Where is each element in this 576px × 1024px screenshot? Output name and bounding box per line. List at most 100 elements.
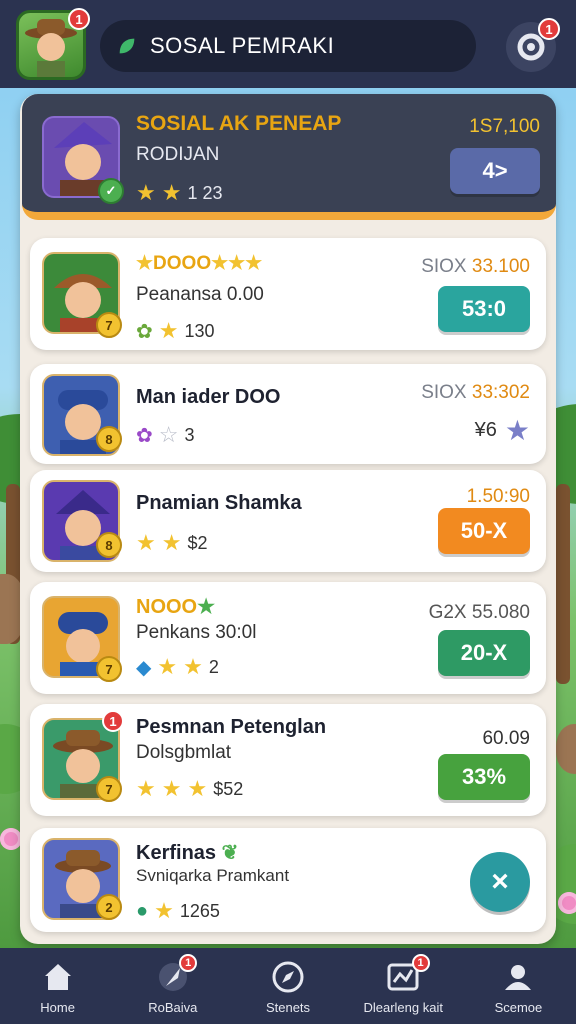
- close-button[interactable]: ×: [470, 852, 530, 912]
- player-stats: ★ ★ $2: [136, 530, 208, 556]
- level-badge: 7: [96, 312, 122, 338]
- flower-right: [558, 892, 576, 914]
- tree-trunk-right: [556, 484, 570, 684]
- nav-item-robaiva[interactable]: 1 RoBaiva: [115, 948, 230, 1024]
- nav-label-stenets: Stenets: [265, 1000, 311, 1015]
- player-name: NOOO★: [136, 594, 215, 619]
- home-icon: [44, 964, 71, 990]
- player-name: Man iader DOO: [136, 386, 281, 408]
- stat-value: 3: [184, 424, 195, 445]
- score-value: 55.080: [471, 602, 530, 623]
- score-label: SIOX: [421, 382, 467, 403]
- leaf-icon: [119, 38, 135, 54]
- score-value: 33.100: [471, 256, 530, 277]
- nav-item-stenets[interactable]: Stenets: [230, 948, 345, 1024]
- stat-value: 2: [208, 656, 219, 677]
- nav-item-home[interactable]: Home: [0, 948, 115, 1024]
- star-icon: ★: [161, 776, 182, 801]
- globe-icon: ●: [136, 899, 149, 922]
- leaderboard-row-3[interactable]: 8 Pnamian Shamka ★ ★ $2 1.50:90 50-X: [30, 470, 546, 572]
- nav-label-home: Home: [40, 1000, 75, 1015]
- nav-notification-badge: 1: [411, 954, 430, 972]
- player-subtitle: Penkans 30:0l: [136, 622, 257, 643]
- star-icon: ★: [136, 180, 156, 205]
- header-level-badge: ✓: [98, 178, 124, 204]
- star-icon: ★: [197, 596, 216, 618]
- star-icon: ★: [136, 253, 154, 274]
- leaderboard-row-1[interactable]: 7 ★DOOO★★★ Peanansa 0.00 ✿ ★ 130 SIOX 33…: [30, 238, 546, 350]
- nav-label-scemoe: Scemoe: [494, 1000, 543, 1015]
- star-icon: ★: [157, 654, 178, 679]
- header-title: SOSIAL AK PENEAP: [136, 112, 342, 135]
- player-name-text: Kerfinas: [136, 842, 217, 864]
- level-badge: 8: [96, 532, 122, 558]
- close-icon: ×: [491, 865, 509, 898]
- score-line: SIOX 33.100: [421, 256, 530, 278]
- star-icon: ★: [161, 530, 182, 555]
- header-subtitle: RODIJAN: [136, 144, 220, 165]
- player-subtitle: Svniqarka Pramkant: [136, 866, 290, 885]
- rock-right: [556, 724, 576, 774]
- row-action-label: ¥6: [474, 419, 497, 441]
- leaderboard-row-2[interactable]: 8 Man iader DOO ✿ ☆ 3 SIOX 33:302 ¥6 ★: [30, 364, 546, 464]
- player-stats: ✿ ☆ 3: [136, 422, 195, 448]
- blue-gem-icon: ◆: [136, 656, 152, 679]
- row-action-button[interactable]: 33%: [438, 754, 530, 800]
- compass-icon: [272, 961, 304, 993]
- player-stats: ● ★ 1265: [136, 898, 220, 924]
- row-action-button[interactable]: 20-X: [438, 630, 530, 676]
- star-icon: ★: [158, 318, 179, 343]
- player-name: Kerfinas ❦: [136, 840, 238, 865]
- gem-cluster-icon: ✿: [136, 424, 153, 447]
- row-action-button[interactable]: 50-X: [438, 508, 530, 554]
- row-action-button[interactable]: 53:0: [438, 286, 530, 332]
- level-badge: 8: [96, 426, 122, 452]
- profile-icon: [505, 965, 532, 990]
- player-stats: ✿ ★ 130: [136, 318, 215, 344]
- stat-value: 1265: [179, 900, 220, 921]
- stat-value: $2: [187, 532, 208, 553]
- score-value: 33:302: [471, 382, 530, 403]
- header-stats: ★ ★ 1 23: [136, 180, 223, 206]
- player-stats: ★ ★ ★ $52: [136, 776, 243, 802]
- gem-cluster-icon: ✿: [136, 320, 153, 343]
- level-badge: 7: [96, 776, 122, 802]
- score-value: 1.50:90: [466, 486, 530, 507]
- leaderboard-row-5[interactable]: 1 7 Pesmnan Petenglan Dolsgbmlat ★ ★ ★ $…: [30, 704, 546, 816]
- star-icon: ★: [183, 654, 203, 679]
- leaderboard-row-6[interactable]: 2 Kerfinas ❦ Svniqarka Pramkant ● ★ 1265…: [30, 828, 546, 932]
- nav-label-robaiva: RoBaiva: [148, 1000, 198, 1015]
- score-value: 60.09: [482, 728, 530, 749]
- level-badge: 2: [96, 894, 122, 920]
- portrait-notification-badge: 1: [102, 710, 124, 732]
- star-icon: ★: [136, 776, 156, 801]
- player-subtitle: Dolsgbmlat: [136, 742, 232, 763]
- player-name-text: DOOO: [153, 253, 212, 274]
- header-score: 1S7,100: [469, 116, 540, 137]
- score-line: G2X 55.080: [429, 602, 530, 624]
- score-line: 1.50:90: [467, 486, 530, 508]
- leaderboard-row-4[interactable]: 7 NOOO★ Penkans 30:0l ◆ ★ ★ 2 G2X 55.080…: [30, 582, 546, 694]
- avatar-notification-badge: 1: [68, 8, 90, 30]
- app-title: SOSAL PEMRAKI: [150, 33, 335, 58]
- star-icon: ★: [161, 180, 182, 205]
- stat-value: $52: [213, 778, 244, 799]
- player-stats: ◆ ★ ★ 2: [136, 654, 219, 680]
- stat-value: 130: [184, 320, 215, 341]
- flower-left: [0, 828, 22, 850]
- leaf-icon: ❦: [221, 842, 239, 864]
- header-stat-value: 1 23: [187, 182, 223, 203]
- nav-label-dlearleng: Dlearleng kait: [363, 1000, 443, 1015]
- nav-item-scemoe[interactable]: Scemoe: [461, 948, 576, 1024]
- player-subtitle: Peanansa 0.00: [136, 284, 264, 305]
- row-action-button[interactable]: ¥6 ★: [475, 414, 530, 447]
- header-action-button[interactable]: 4>: [450, 148, 540, 194]
- star-icon: ★★★: [211, 253, 263, 274]
- score-label: G2X: [428, 602, 467, 623]
- player-name: Pesmnan Petenglan: [136, 716, 327, 738]
- nav-item-dlearleng[interactable]: 1 Dlearleng kait: [346, 948, 461, 1024]
- settings-notification-badge: 1: [538, 18, 560, 40]
- level-badge: 7: [96, 656, 122, 682]
- title-pill: SOSAL PEMRAKI: [100, 20, 476, 72]
- score-line: SIOX 33:302: [421, 382, 530, 404]
